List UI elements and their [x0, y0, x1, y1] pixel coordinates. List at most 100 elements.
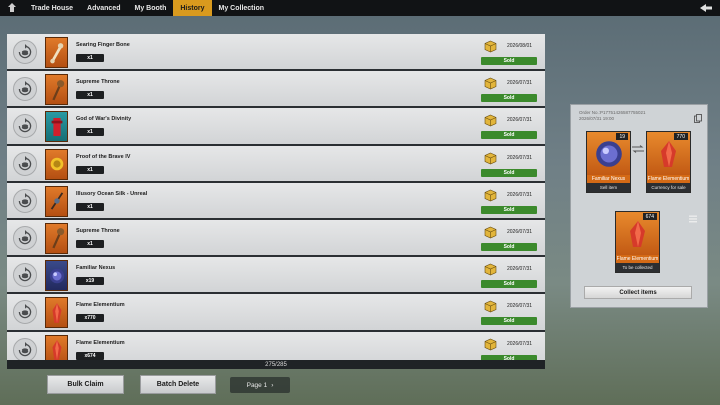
card-art: 19 [587, 132, 630, 175]
pager[interactable]: Page 1 › [230, 377, 290, 393]
sale-date: 2026/08/01 [507, 43, 533, 49]
status-badge: Sold [481, 94, 537, 103]
refresh-icon[interactable] [13, 151, 37, 176]
item-quantity: x1 [76, 54, 104, 62]
card-art: 674 [616, 212, 659, 255]
item-name: Flame Elementium [76, 302, 125, 309]
status-badge: Sold [481, 317, 537, 326]
refresh-icon[interactable] [13, 77, 37, 102]
refresh-icon[interactable] [13, 300, 37, 325]
silk-icon [45, 185, 68, 217]
history-row[interactable]: Familiar Nexus x19 2026/07/31 Sold [7, 257, 545, 295]
status-badge: Sold [481, 242, 537, 251]
item-name: Supreme Throne [76, 79, 120, 86]
card-name: Flame Elementium [647, 175, 690, 183]
tab-my-booth[interactable]: My Booth [127, 0, 173, 16]
history-row[interactable]: Supreme Throne x1 2026/07/31 Sold [7, 219, 545, 258]
card-name: Flame Elementium [616, 255, 659, 263]
history-list: Searing Finger Bone x1 2026/08/01 Sold S… [7, 34, 545, 360]
history-row[interactable]: Flame Elementium x674 2026/07/31 Sold [7, 331, 545, 360]
package-icon [484, 263, 497, 276]
batch-delete-button[interactable]: Batch Delete [140, 375, 216, 394]
order-header: Order No.:P17751426587755021 2026/07/31 … [579, 110, 646, 122]
gold-badge-icon [45, 148, 68, 180]
crystal-icon [45, 297, 68, 329]
refresh-icon[interactable] [13, 225, 37, 250]
history-row[interactable]: Searing Finger Bone x1 2026/08/01 Sold [7, 34, 545, 72]
item-quantity: x1 [76, 165, 104, 174]
game-logo-icon [0, 0, 24, 16]
collect-items-button[interactable]: Collect items [584, 286, 692, 299]
tab-my-collection[interactable]: My Collection [212, 0, 272, 16]
card-label: Sell item [587, 183, 630, 192]
back-arrow-icon[interactable] [698, 2, 714, 14]
refresh-icon[interactable] [13, 114, 37, 139]
sale-date: 2026/07/31 [507, 228, 533, 235]
sale-date: 2026/07/31 [507, 266, 533, 273]
refresh-icon[interactable] [13, 40, 37, 64]
crystal-icon [45, 334, 68, 360]
item-quantity: x674 [76, 351, 104, 360]
card-label: Currency for sale [647, 183, 690, 192]
package-icon [484, 300, 497, 313]
status-badge: Sold [481, 168, 537, 177]
tab-advanced[interactable]: Advanced [80, 0, 127, 16]
sale-date: 2026/07/31 [507, 191, 533, 198]
tab-history[interactable]: History [173, 0, 212, 16]
crystal-icon [629, 220, 645, 247]
chevron-right-icon[interactable]: › [271, 382, 273, 389]
card-count: 674 [642, 213, 657, 220]
swap-arrow-icon [632, 145, 644, 153]
item-quantity: x1 [76, 239, 104, 248]
card-art: 770 [647, 132, 690, 175]
item-name: Supreme Throne [76, 227, 120, 234]
item-name: Proof of the Brave IV [76, 153, 131, 160]
refresh-icon[interactable] [13, 337, 37, 360]
status-badge: Sold [481, 280, 537, 289]
menu-icon[interactable] [689, 215, 697, 223]
collect-item-card[interactable]: 674 Flame Elementium To be collected [615, 211, 660, 273]
sell-item-card[interactable]: 19 Familiar Nexus Sell item [586, 131, 631, 193]
tab-trade-house[interactable]: Trade House [24, 0, 80, 16]
bulk-claim-button[interactable]: Bulk Claim [47, 375, 124, 394]
package-icon [484, 40, 497, 53]
order-detail-panel: Order No.:P17751426587755021 2026/07/31 … [570, 104, 708, 308]
item-name: God of War's Divinity [76, 116, 132, 123]
sale-date: 2026/07/31 [507, 80, 533, 87]
refresh-icon[interactable] [13, 263, 37, 288]
page-label: Page 1 [246, 381, 268, 389]
sale-date: 2026/07/31 [507, 303, 533, 310]
order-time: 2026/07/31 19:00 [579, 116, 615, 121]
history-row[interactable]: Flame Elementium x770 2026/07/31 Sold [7, 294, 545, 332]
staff-icon [45, 74, 68, 106]
item-quantity: x1 [76, 91, 104, 100]
staff-icon [45, 222, 68, 254]
package-icon [484, 189, 497, 202]
crystal-icon [660, 140, 676, 167]
status-badge: Sold [481, 205, 537, 214]
status-badge: Sold [481, 57, 537, 65]
item-quantity: x1 [76, 128, 104, 137]
history-row[interactable]: Proof of the Brave IV x1 2026/07/31 Sold [7, 145, 545, 183]
sale-date: 2026/07/31 [507, 340, 533, 347]
item-name: Familiar Nexus [76, 265, 116, 272]
item-quantity: x19 [76, 277, 104, 286]
sale-date: 2026/07/31 [507, 117, 533, 124]
item-quantity: x770 [76, 314, 104, 323]
copy-icon[interactable] [694, 110, 702, 123]
refresh-icon[interactable] [13, 188, 37, 213]
list-counter: 275/285 [7, 360, 545, 369]
history-row[interactable]: God of War's Divinity x1 2026/07/31 Sold [7, 108, 545, 146]
top-nav-bar: Trade House Advanced My Booth History My… [0, 0, 720, 16]
card-count: 770 [673, 133, 688, 140]
package-icon [484, 226, 497, 239]
package-icon [484, 77, 497, 90]
currency-card[interactable]: 770 Flame Elementium Currency for sale [646, 131, 691, 193]
package-icon [484, 114, 497, 127]
bone-icon [45, 37, 68, 68]
card-name: Familiar Nexus [587, 175, 630, 183]
history-row[interactable]: Supreme Throne x1 2026/07/31 Sold [7, 71, 545, 109]
card-label: To be collected [616, 263, 659, 272]
history-row[interactable]: Illusory Ocean Silk - Unreal x1 2026/07/… [7, 182, 545, 220]
card-count: 19 [616, 133, 628, 140]
